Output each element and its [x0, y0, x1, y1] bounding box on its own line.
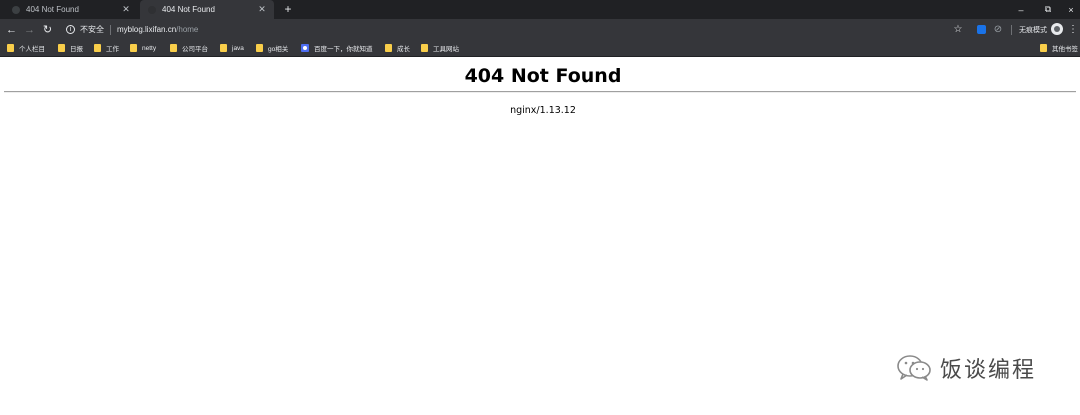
folder-icon: [220, 44, 227, 52]
folder-icon: [385, 44, 392, 52]
watermark-text: 饭谈编程: [940, 358, 1037, 383]
folder-icon: [58, 44, 65, 52]
bookmark-folder[interactable]: netty: [130, 43, 156, 53]
bookmark-label: 其他书签: [1052, 46, 1078, 53]
close-window-button[interactable]: ×: [1058, 0, 1080, 19]
tab-close-icon[interactable]: ✕: [120, 4, 132, 16]
folder-icon: [94, 44, 101, 52]
url-path[interactable]: /home: [176, 25, 198, 34]
other-bookmarks-folder[interactable]: 其他书签: [1040, 43, 1078, 53]
bookmark-label: 工具网站: [433, 46, 459, 53]
menu-kebab-icon[interactable]: ⋮: [1067, 23, 1079, 35]
bookmark-folder[interactable]: go相关: [256, 43, 288, 53]
tab-close-icon[interactable]: ✕: [256, 4, 268, 16]
tab-title: 404 Not Found: [162, 5, 215, 14]
new-tab-button[interactable]: +: [281, 2, 295, 16]
info-icon[interactable]: i: [66, 25, 75, 34]
bookmarks-bar: 个人栏目 日报 工作 netty 公司平台 java go相关 百度一下，你就知…: [0, 40, 1080, 57]
address-bar[interactable]: i 不安全 myblog.lixifan.cn /home: [60, 21, 940, 38]
divider: [1011, 25, 1012, 35]
bookmark-folder[interactable]: java: [220, 43, 244, 53]
bookmark-link[interactable]: 百度一下，你就知道: [301, 43, 373, 53]
bookmark-label: 个人栏目: [19, 46, 45, 53]
watermark: 饭谈编程: [896, 352, 1036, 384]
bookmark-folder[interactable]: 个人栏目: [7, 43, 45, 53]
server-signature: nginx/1.13.12: [510, 105, 576, 116]
bookmark-folder[interactable]: 成长: [385, 43, 410, 53]
incognito-avatar-icon[interactable]: [1051, 23, 1063, 35]
star-icon[interactable]: ☆: [952, 23, 964, 35]
bookmark-label: 工作: [106, 46, 119, 53]
tab-title: 404 Not Found: [26, 5, 79, 14]
bookmark-folder[interactable]: 工作: [94, 43, 119, 53]
baidu-paw-icon: [301, 44, 309, 52]
page-favicon-icon: [148, 5, 156, 14]
bookmark-label: 成长: [397, 46, 410, 53]
bookmark-label: go相关: [268, 46, 289, 53]
tab-1[interactable]: 404 Not Found ✕: [4, 0, 138, 19]
folder-icon: [421, 44, 428, 52]
extension-link-icon[interactable]: ⊘: [992, 23, 1004, 35]
minimize-button[interactable]: –: [1008, 0, 1034, 19]
bookmark-folder[interactable]: 工具网站: [421, 43, 459, 53]
page-heading: 404 Not Found: [464, 65, 622, 87]
incognito-label: 无痕模式: [1019, 27, 1047, 34]
bookmark-folder[interactable]: 公司平台: [170, 43, 208, 53]
bookmark-label: 百度一下，你就知道: [314, 46, 373, 53]
security-label[interactable]: 不安全: [80, 24, 104, 35]
folder-icon: [130, 44, 137, 52]
bookmark-label: netty: [142, 44, 157, 52]
folder-icon: [7, 44, 14, 52]
folder-icon: [256, 44, 263, 52]
wechat-logo-icon: [897, 355, 931, 381]
horizontal-rule: [4, 91, 1076, 93]
tab-2[interactable]: 404 Not Found ✕: [140, 0, 274, 19]
extension-icon[interactable]: [975, 23, 987, 35]
folder-icon: [170, 44, 177, 52]
back-arrow-icon[interactable]: ←: [4, 22, 19, 37]
bookmark-label: 日报: [70, 46, 83, 53]
bookmark-label: 公司平台: [182, 46, 208, 53]
browser-toolbar: ← → ↻ i 不安全 myblog.lixifan.cn /home ☆ ⊘ …: [0, 19, 1080, 40]
divider: [110, 24, 111, 35]
bookmark-label: java: [232, 44, 244, 52]
bookmark-folder[interactable]: 日报: [58, 43, 83, 53]
tab-strip: 404 Not Found ✕ 404 Not Found ✕ + – ⧉ ×: [0, 0, 1080, 19]
browser-window: 404 Not Found ✕ 404 Not Found ✕ + – ⧉ × …: [0, 0, 1080, 415]
page-favicon-icon: [12, 5, 20, 14]
reload-icon[interactable]: ↻: [40, 22, 55, 37]
forward-arrow-icon[interactable]: →: [22, 22, 37, 37]
url-host[interactable]: myblog.lixifan.cn: [117, 25, 176, 34]
folder-icon: [1040, 44, 1047, 52]
